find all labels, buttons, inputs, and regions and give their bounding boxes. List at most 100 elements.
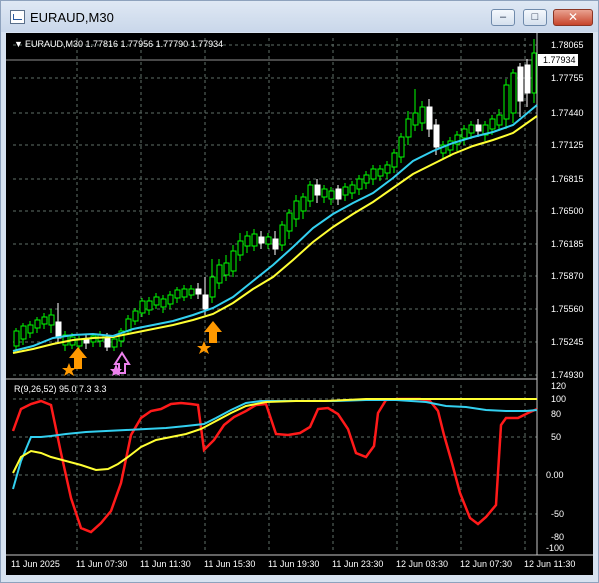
price-tick: 1.78065 xyxy=(551,40,584,50)
candle xyxy=(237,240,244,256)
candle xyxy=(510,72,517,114)
candle xyxy=(496,114,503,126)
time-tick: 11 Jun 11:30 xyxy=(140,559,191,569)
candle xyxy=(48,314,55,326)
indicator-header: R(9,26,52) 95.0 7.3 3.3 xyxy=(14,384,107,394)
chart-menu-arrow-icon[interactable]: ▼ xyxy=(14,39,23,49)
price-tick: 1.77755 xyxy=(551,73,584,83)
price-tick: 1.76500 xyxy=(551,206,584,216)
candle xyxy=(160,298,167,308)
candle xyxy=(398,136,405,158)
candle xyxy=(426,106,433,130)
price-tick: 1.77125 xyxy=(551,140,584,150)
price-tick: 1.76185 xyxy=(551,239,584,249)
indicator-tick: 100 xyxy=(551,394,566,404)
candle xyxy=(139,300,146,314)
price-tick: 1.75870 xyxy=(551,271,584,281)
candle xyxy=(433,124,440,148)
maximize-icon: □ xyxy=(531,11,539,23)
candle xyxy=(314,184,321,196)
candle xyxy=(265,236,272,245)
candle xyxy=(377,168,384,177)
candle xyxy=(209,276,216,298)
indicator-tick: -80 xyxy=(551,532,564,542)
candle xyxy=(20,325,27,340)
indicator-tick: 120 xyxy=(551,381,566,391)
terminal-window: EURAUD,M30 – □ ✕ ▼ EURAUD,M30 1.77816 1.… xyxy=(0,0,599,583)
time-axis: 11 Jun 2025 11 Jun 07:30 11 Jun 11:30 11… xyxy=(11,559,575,569)
chart-window-icon xyxy=(10,10,25,24)
candle xyxy=(167,294,174,305)
candle xyxy=(286,212,293,232)
price-tick: 1.75560 xyxy=(551,304,584,314)
indicator-tick: -50 xyxy=(551,509,564,519)
indicator-tick: 80 xyxy=(551,409,561,419)
candle xyxy=(195,288,202,295)
chart-header: EURAUD,M30 1.77816 1.77956 1.77790 1.779… xyxy=(25,39,223,49)
minimize-button[interactable]: – xyxy=(491,9,515,26)
candle xyxy=(230,250,237,272)
candle xyxy=(181,288,188,298)
candle xyxy=(468,124,475,134)
candle xyxy=(412,112,419,126)
candle xyxy=(419,106,426,124)
candle xyxy=(307,184,314,202)
candle xyxy=(461,128,468,139)
time-tick: 11 Jun 23:30 xyxy=(332,559,383,569)
time-tick: 11 Jun 15:30 xyxy=(204,559,255,569)
chart-area[interactable]: ▼ EURAUD,M30 1.77816 1.77956 1.77790 1.7… xyxy=(6,33,593,575)
time-tick: 11 Jun 2025 xyxy=(11,559,60,569)
candle xyxy=(503,84,510,120)
candle xyxy=(384,164,391,174)
candle xyxy=(132,310,139,322)
candle xyxy=(321,188,328,198)
price-tick: 1.77440 xyxy=(551,108,584,118)
candle xyxy=(258,236,265,244)
current-price-text: 1.77934 xyxy=(543,55,576,65)
indicator-tick: -100 xyxy=(546,543,564,553)
price-tick: 1.76815 xyxy=(551,174,584,184)
close-icon: ✕ xyxy=(567,10,579,24)
candle xyxy=(174,289,181,299)
candle xyxy=(13,330,20,347)
indicator-tick: 0.00 xyxy=(546,470,564,480)
candle xyxy=(405,118,412,138)
candle xyxy=(55,321,62,339)
candle xyxy=(349,184,356,194)
candle xyxy=(272,238,279,250)
candle xyxy=(300,196,307,212)
maximize-button[interactable]: □ xyxy=(523,9,547,26)
title-bar[interactable]: EURAUD,M30 – □ ✕ xyxy=(1,1,598,32)
indicator-tick: 50 xyxy=(551,432,561,442)
candle xyxy=(524,64,531,94)
candle xyxy=(391,152,398,168)
time-tick: 11 Jun 19:30 xyxy=(268,559,319,569)
candle xyxy=(188,288,195,296)
candle xyxy=(104,337,111,348)
candle xyxy=(475,124,482,132)
price-chart[interactable]: ▼ EURAUD,M30 1.77816 1.77956 1.77790 1.7… xyxy=(6,33,593,575)
candle xyxy=(342,186,349,196)
candle xyxy=(531,52,537,94)
close-button[interactable]: ✕ xyxy=(553,9,593,26)
time-tick: 11 Jun 07:30 xyxy=(76,559,127,569)
candle xyxy=(251,233,258,247)
candle xyxy=(34,319,41,329)
candle xyxy=(244,235,251,247)
candle xyxy=(328,190,335,200)
candle xyxy=(356,178,363,190)
candle xyxy=(293,200,300,220)
time-tick: 12 Jun 07:30 xyxy=(460,559,512,569)
candle xyxy=(489,118,496,130)
candle xyxy=(279,224,286,246)
minimize-icon: – xyxy=(499,11,507,23)
candle xyxy=(223,262,230,276)
candle xyxy=(370,168,377,180)
candle xyxy=(517,66,524,102)
candle xyxy=(27,324,34,334)
candle xyxy=(41,316,48,325)
candle xyxy=(153,296,160,306)
time-tick: 12 Jun 11:30 xyxy=(524,559,575,569)
candle xyxy=(216,264,223,284)
candle xyxy=(202,294,209,310)
